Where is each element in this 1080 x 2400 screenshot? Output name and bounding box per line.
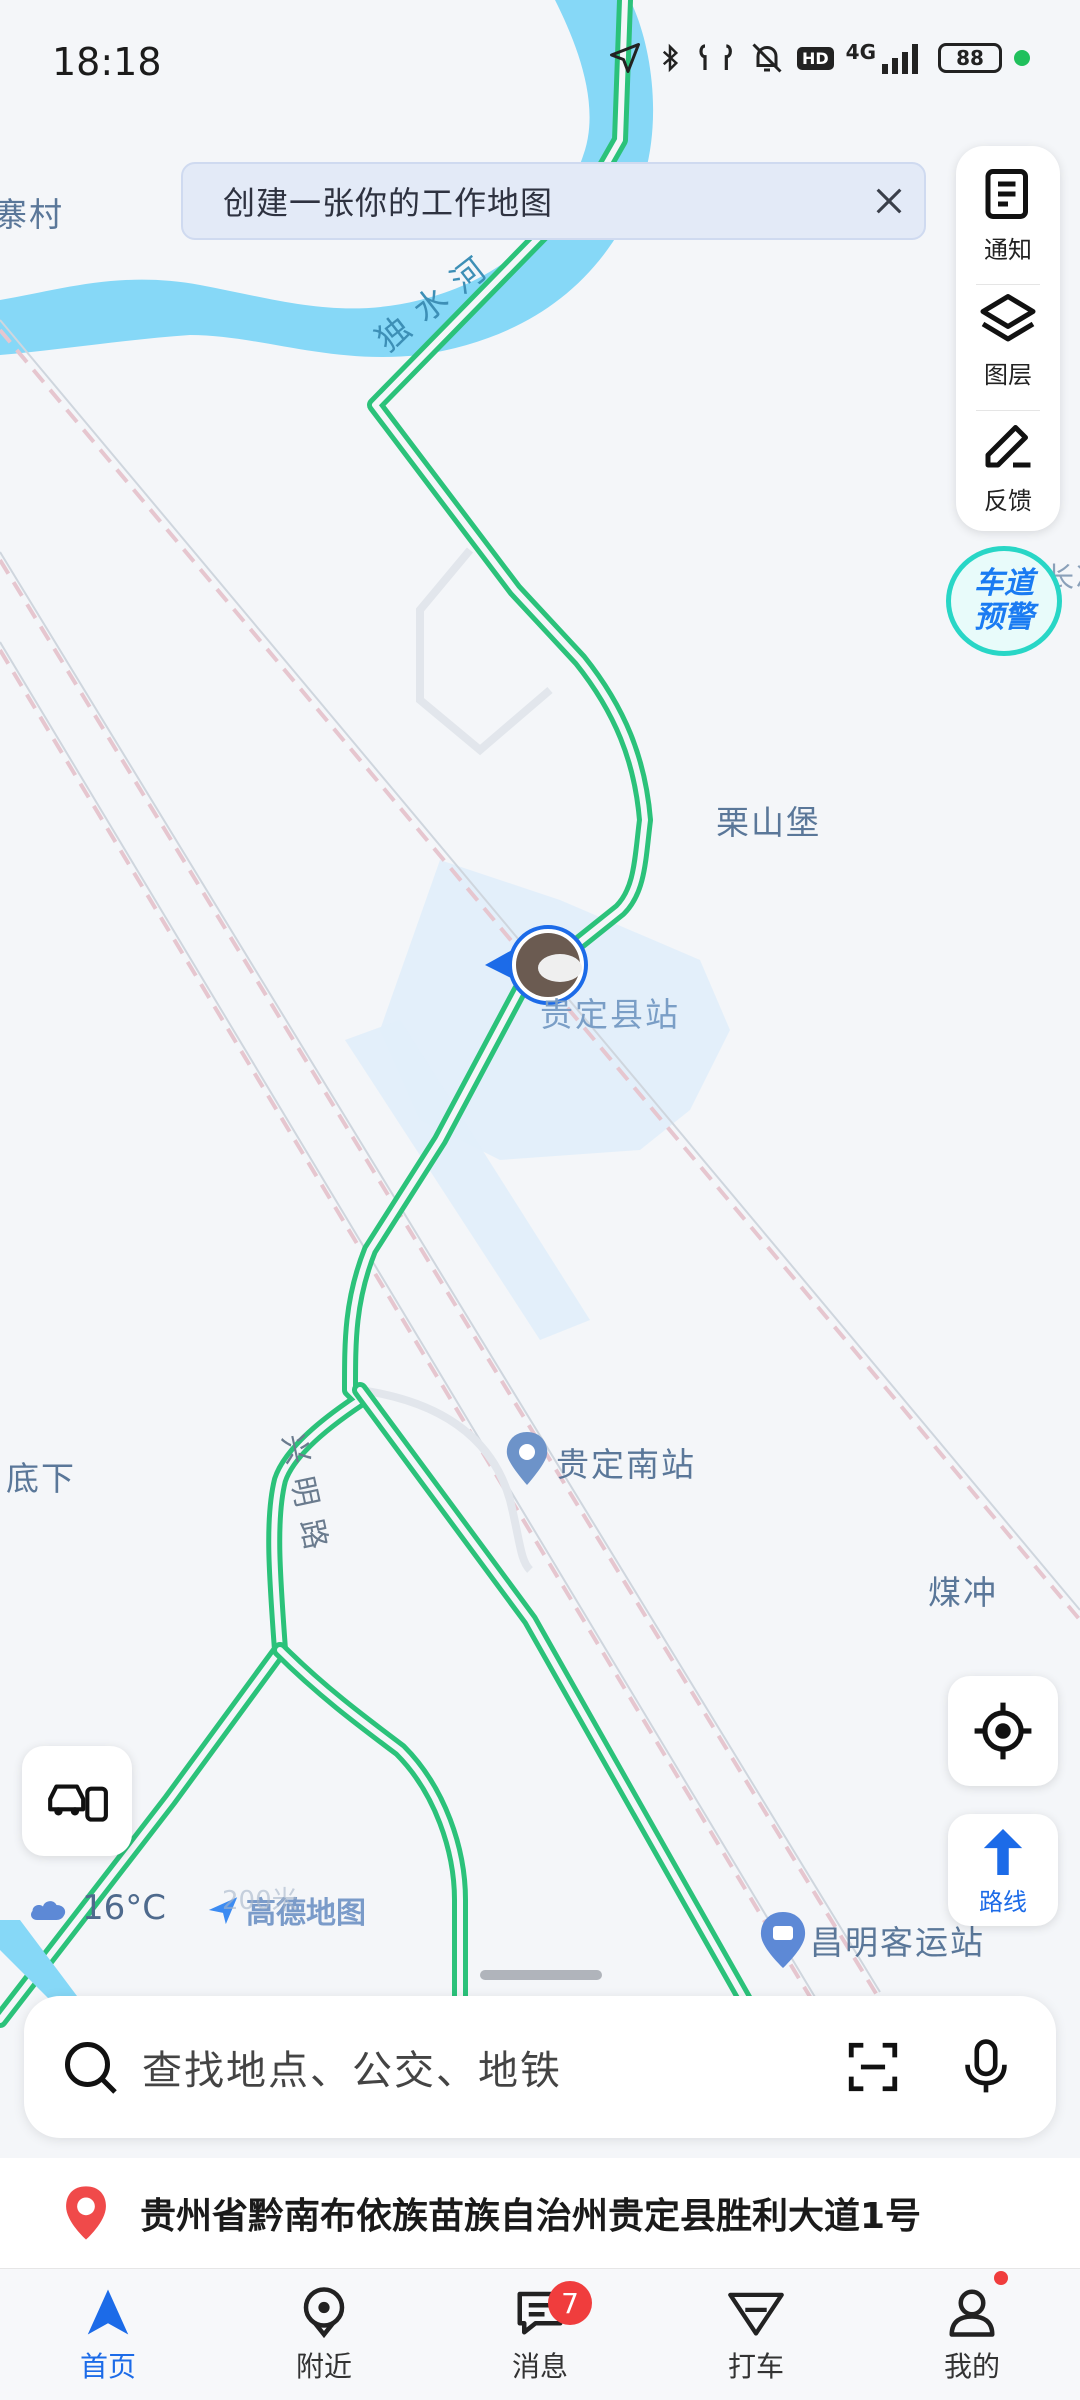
status-bar: 18:18 HD 4G 88 (0, 0, 1080, 120)
microphone-icon[interactable] (958, 2037, 1014, 2097)
divider (976, 409, 1040, 411)
nav-taxi-label: 打车 (727, 2349, 784, 2383)
nav-profile[interactable]: 我的 (864, 2269, 1080, 2400)
notice-label: 通知 (984, 236, 1032, 264)
nav-messages-label: 消息 (511, 2349, 568, 2383)
nav-nearby-label: 附近 (295, 2349, 352, 2383)
battery-indicator: 88 (938, 43, 1002, 73)
layers-button[interactable]: 图层 (956, 289, 1060, 405)
nearby-icon (303, 2286, 345, 2338)
profile-icon (949, 2289, 995, 2337)
route-button[interactable]: 路线 (948, 1814, 1058, 1926)
map-label-village[interactable]: 寨村 (0, 188, 64, 236)
notice-button[interactable]: 通知 (956, 164, 1060, 280)
status-time: 18:18 (52, 40, 162, 84)
car-mode-button[interactable] (22, 1746, 132, 1856)
map-label-lishanbao[interactable]: 栗山堡 (716, 796, 821, 844)
address-text: 贵州省黔南布依族苗族自治州贵定县胜利大道1号 (140, 2196, 922, 2237)
route-label: 路线 (979, 1887, 1027, 1916)
lane-alert-line1: 车道 (974, 566, 1034, 601)
nav-profile-label: 我的 (943, 2349, 1000, 2383)
layers-icon (980, 294, 1036, 342)
map-label-guiding-station[interactable]: 贵定县站 (540, 988, 680, 1036)
amap-logo: 高德地图 200米 (206, 1886, 366, 1932)
drag-handle[interactable] (480, 1970, 602, 1980)
divider (976, 284, 1040, 286)
bluetooth-icon (662, 43, 679, 73)
search-bar[interactable]: 查找地点、公交、地铁 (24, 1996, 1056, 2138)
search-input[interactable]: 查找地点、公交、地铁 (142, 2038, 844, 2096)
notice-icon (985, 169, 1028, 219)
status-icons: HD 4G 88 (607, 40, 1030, 76)
nav-taxi[interactable]: 打车 (648, 2269, 864, 2400)
privacy-dot (1014, 50, 1030, 66)
network-label: 4G (845, 40, 876, 64)
lane-alert-line2: 预警 (974, 600, 1034, 635)
search-icon (65, 2042, 117, 2094)
map-label-meichong[interactable]: 煤冲 (928, 1566, 998, 1614)
map-label-guiding-south[interactable]: 贵定南站 (556, 1438, 696, 1486)
work-map-banner[interactable]: 创建一张你的工作地图 (181, 162, 926, 240)
feedback-button[interactable]: 反馈 (956, 415, 1060, 531)
home-nav-icon (87, 2289, 129, 2334)
map-tools: 通知 图层 反馈 (956, 146, 1060, 531)
profile-notification-dot (994, 2271, 1008, 2285)
weather-widget[interactable]: 16°C (26, 1888, 166, 1928)
nav-home[interactable]: 首页 (0, 2269, 216, 2400)
route-arrow-icon (983, 1828, 1023, 1875)
car-phone-icon (48, 1784, 108, 1822)
scale-label: 200米 (222, 1886, 298, 1916)
hd-badge: HD (796, 46, 834, 70)
nav-messages[interactable]: 7 消息 (432, 2269, 648, 2400)
layers-label: 图层 (984, 361, 1032, 390)
scan-icon[interactable] (844, 2038, 902, 2096)
current-address[interactable]: 贵州省黔南布依族苗族自治州贵定县胜利大道1号 (0, 2158, 1080, 2268)
close-icon[interactable] (854, 166, 924, 236)
map-label-dixia[interactable]: 底下 (6, 1452, 76, 1500)
temperature: 16°C (82, 1888, 167, 1928)
taxi-icon (728, 2292, 784, 2336)
lane-alert-button[interactable]: 车道 预警 (946, 546, 1062, 656)
earbuds-icon (699, 44, 732, 70)
cloud-icon (31, 1901, 66, 1920)
message-badge: 7 (548, 2281, 592, 2325)
feedback-label: 反馈 (984, 486, 1032, 515)
mute-bell-icon (752, 43, 782, 73)
signal-icon (882, 44, 918, 74)
nav-home-label: 首页 (79, 2349, 136, 2383)
bottom-navigation: 首页 附近 7 消息 打车 我的 (0, 2268, 1080, 2400)
locate-icon (974, 1702, 1032, 1760)
location-pin-icon (66, 2186, 106, 2240)
locate-button[interactable] (948, 1676, 1058, 1786)
nav-nearby[interactable]: 附近 (216, 2269, 432, 2400)
banner-text[interactable]: 创建一张你的工作地图 (183, 178, 854, 224)
feedback-pen-icon (985, 424, 1031, 468)
location-arrow-icon (609, 43, 640, 73)
